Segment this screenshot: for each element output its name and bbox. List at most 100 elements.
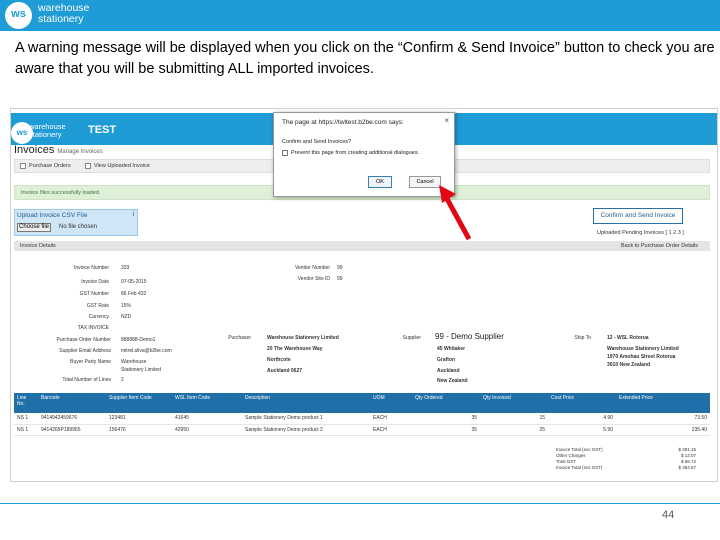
tab-view-uploaded-invoice[interactable]: View Uploaded Invoice [94, 163, 150, 169]
supplier-line: Auckland [437, 368, 460, 374]
column-header: Line No. [14, 393, 38, 413]
field-value: 99 [337, 265, 343, 271]
footer-divider [0, 503, 720, 504]
view-invoice-icon [85, 163, 91, 169]
back-to-po-link[interactable]: Back to Purchase Order Details [621, 243, 698, 249]
field-label: Purchase Order Number [56, 337, 111, 343]
ship-to-line: 3010 New Zealand [607, 362, 651, 368]
supplier-label: Supplier [402, 335, 421, 341]
total-row: Invoice Total (incl GST) $ 354.87 [556, 465, 696, 470]
field-label: Invoice Date [81, 279, 109, 285]
field-value: 888888-Demo1 [121, 337, 156, 343]
environment-label: TEST [88, 124, 117, 136]
field-label: GST Number [79, 291, 109, 297]
field-value: mitrel.silva@b2be.com [121, 348, 172, 354]
table-cell: 42950 [172, 424, 242, 436]
pending-invoices-pager[interactable]: Uploaded Pending Invoices [ 1 2 3 ] [597, 230, 684, 236]
table-header-row: Line No. Barcode Supplier Item Code WSL … [14, 393, 710, 413]
column-header: WSL Item Code [172, 393, 242, 413]
table-cell: 9414265P189965 [38, 424, 106, 436]
page-title: Invoices Manage Invoices [14, 144, 103, 156]
ws-logo: ws [5, 2, 32, 29]
app-brand: warehouse stationery [29, 122, 66, 139]
column-header: Qty Ordered [412, 393, 480, 413]
table-cell: 123481 [106, 413, 172, 425]
field-label: Invoice Number [73, 265, 109, 271]
supplier-line: Grafton [437, 357, 456, 363]
confirm-send-invoice-button[interactable]: Confirm and Send Invoice [593, 208, 683, 224]
table-cell: Sample Stationery Demo product 2 [242, 424, 370, 436]
field-label: Buyer Party Name [70, 359, 111, 365]
choose-file-button[interactable]: Choose file [17, 223, 52, 232]
table-cell: 5.90 [548, 424, 616, 436]
table-cell: 9414942459676 [38, 413, 106, 425]
table-cell: NS 1 [14, 413, 38, 425]
column-header: UOM [370, 393, 412, 413]
ship-to-line: 12 - WSL Rotorua [607, 335, 649, 341]
field-value: NZD [121, 314, 132, 320]
field-label: Total Number of Lines [62, 377, 111, 383]
tax-invoice-heading: TAX INVOICE [77, 325, 109, 331]
app-screenshot: ws warehouse stationery TEST Invoices Man… [10, 108, 718, 482]
field-label: Supplier Email Address [59, 348, 111, 354]
ship-to-line: Warehouse Stationery Limited [607, 346, 679, 352]
field-label: GST Rate [86, 303, 109, 309]
file-status: No file chosen [59, 224, 98, 230]
close-icon[interactable]: × [444, 116, 449, 125]
purchaser-line: Northcote [267, 357, 291, 363]
ok-button[interactable]: OK [368, 176, 392, 188]
field-label: Vendor Site ID [297, 276, 330, 282]
column-header: Description [242, 393, 370, 413]
table-cell: 41645 [172, 413, 242, 425]
table-cell: EACH [370, 424, 412, 436]
column-header: Barcode [38, 393, 106, 413]
supplier-line: 45 Whitaker [437, 346, 466, 352]
confirm-dialog: The page at https://twltest.b2be.com say… [273, 112, 455, 197]
table-cell: 4.90 [548, 413, 616, 425]
ship-to-line: 1970 Amohau Street Rotorua [607, 354, 676, 360]
slide-caption: A warning message will be displayed when… [15, 40, 715, 77]
column-header: Cost Price [548, 393, 616, 413]
dialog-message: Confirm and Send Invoices? [282, 139, 352, 145]
invoice-details-bar: Invoice Details [14, 241, 710, 251]
invoice-lines-table: Line No. Barcode Supplier Item Code WSL … [14, 393, 710, 436]
supplier-line: New Zealand [437, 378, 468, 384]
red-arrow-icon [439, 185, 472, 241]
field-label: Vendor Number [294, 265, 330, 271]
field-value: 2 [121, 377, 124, 383]
invoice-totals: Invoice Total (exc GST) $ 281.15 Other Ch… [556, 447, 696, 471]
field-value: 99 [337, 276, 343, 282]
table-row: NS 1 9414265P189965 156476 42950 Sample … [14, 424, 710, 436]
field-value: Stationery Limited [121, 367, 162, 373]
tab-purchase-orders[interactable]: Purchase Orders [29, 163, 71, 169]
table-row: NS 1 9414942459676 123481 41645 Sample S… [14, 413, 710, 425]
column-header: Qty Invoiced [480, 393, 548, 413]
table-cell: Sample Stationery Demo product 1 [242, 413, 370, 425]
purchaser-label: Purchaser [228, 335, 251, 341]
field-label: Currency [88, 314, 109, 320]
help-icon[interactable]: i [132, 211, 134, 218]
purchaser-line: Auckland 0627 [267, 368, 303, 374]
table-cell: 15 [480, 413, 548, 425]
field-value: 86 Feb 432 [121, 291, 147, 297]
field-value: 15% [121, 303, 132, 309]
slide-header: ws warehouse stationery [0, 0, 720, 31]
field-value: 07-05-2015 [121, 279, 147, 285]
slide: ws warehouse stationery A warning messag… [0, 0, 720, 540]
column-header: Extended Price [616, 393, 710, 413]
upload-title: Upload Invoice CSV File [17, 212, 88, 219]
purchaser-line: Warehouse Stationery Limited [267, 335, 339, 341]
checkbox-label: Prevent this page from creating addition… [291, 150, 420, 156]
ship-to-label: Ship To [574, 335, 591, 341]
purchase-orders-icon [20, 163, 26, 169]
dialog-title: The page at https://twltest.b2be.com say… [282, 119, 404, 126]
table-cell: EACH [370, 413, 412, 425]
upload-panel: Upload Invoice CSV File i Choose file No… [14, 209, 138, 236]
supplier-name: 99 - Demo Supplier [435, 332, 504, 341]
table-cell: 25 [480, 424, 548, 436]
table-cell: 156476 [106, 424, 172, 436]
table-cell: 73.50 [616, 413, 710, 425]
table-cell: 35 [412, 424, 480, 436]
prevent-dialogs-checkbox[interactable] [282, 150, 288, 156]
table-cell: NS 1 [14, 424, 38, 436]
